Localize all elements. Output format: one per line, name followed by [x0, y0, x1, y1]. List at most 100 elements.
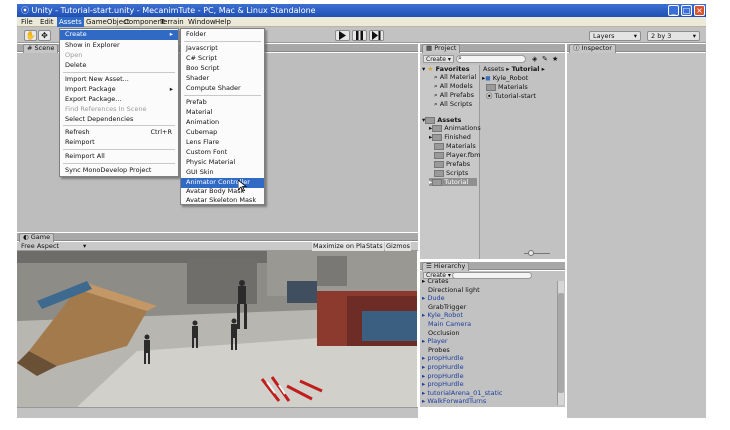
hierarchy-item[interactable]: ▸ WalkForwardTurns — [422, 397, 486, 405]
create-menu-item[interactable]: Folder — [181, 30, 264, 40]
tab-hierarchy[interactable]: ☰ Hierarchy — [422, 262, 470, 271]
assets-menu-item[interactable]: Import New Asset... — [60, 75, 178, 85]
play-button[interactable] — [335, 30, 350, 41]
search-icon: ⌕ — [434, 91, 438, 99]
hierarchy-item[interactable]: ▸ Kyle_Robot — [422, 311, 463, 319]
close-button[interactable]: × — [694, 5, 705, 16]
create-menu-item[interactable]: Custom Font — [181, 148, 264, 158]
assets-menu-item[interactable]: Create ▸ — [60, 30, 178, 40]
create-menu-item[interactable]: GUI Skin — [181, 168, 264, 178]
hierarchy-item[interactable]: ▸ Crates — [422, 277, 448, 285]
create-menu-item[interactable]: Prefab — [181, 98, 264, 108]
create-menu-item[interactable]: Boo Script — [181, 64, 264, 74]
move-tool-button[interactable]: ✥ — [38, 30, 51, 41]
assets-menu-item[interactable]: Select Dependencies — [60, 115, 178, 125]
file-item[interactable]: ⦿ Tutorial-start — [486, 92, 536, 100]
create-menu-item-label: Prefab — [186, 98, 207, 106]
hierarchy-item[interactable]: Occlusion — [428, 329, 459, 337]
favorite-item[interactable]: ⌕ All Material — [434, 73, 476, 81]
hierarchy-search-input[interactable] — [452, 272, 532, 279]
hierarchy-item[interactable]: Main Camera — [428, 320, 471, 328]
create-menu-item[interactable]: Shader — [181, 74, 264, 84]
pause-button[interactable] — [352, 30, 367, 41]
favorite-item[interactable]: ⌕ All Models — [434, 82, 473, 90]
assets-menu-item[interactable]: Reimport — [60, 138, 178, 148]
hierarchy-item[interactable]: GrabTrigger — [428, 303, 466, 311]
hierarchy-item[interactable]: Probes — [428, 346, 450, 354]
assets-header[interactable]: ▾ Assets — [422, 116, 461, 124]
menu-edit[interactable]: Edit — [38, 17, 56, 27]
create-menu-item[interactable]: Cubemap — [181, 128, 264, 138]
favorites-header[interactable]: ▾ ★ Favorites — [422, 65, 470, 73]
assets-menu-item[interactable]: Sync MonoDevelop Project — [60, 166, 178, 176]
hierarchy-item[interactable]: ▸ tutorialArena_01_static — [422, 389, 503, 397]
hierarchy-item[interactable]: Directional light — [428, 286, 480, 294]
maximize-button[interactable]: □ — [681, 5, 692, 16]
aspect-dropdown[interactable]: Free Aspect — [21, 242, 59, 251]
create-menu-item[interactable]: Material — [181, 108, 264, 118]
gizmos-dropdown[interactable]: Gizmos — [385, 242, 411, 251]
file-item[interactable]: ▸◼ Kyle_Robot — [482, 74, 528, 82]
hierarchy-item[interactable]: ▸ propHurdle — [422, 380, 464, 388]
assets-menu-item[interactable]: Show in Explorer — [60, 41, 178, 51]
star-icon[interactable]: ★ — [552, 55, 558, 63]
hierarchy-item[interactable]: ▸ propHurdle — [422, 354, 464, 362]
step-button[interactable] — [369, 30, 384, 41]
project-create-button[interactable]: Create ▾ — [423, 55, 454, 63]
layout-dropdown[interactable]: 2 by 3 ▾ — [647, 31, 700, 41]
create-menu-item[interactable]: C# Script — [181, 54, 264, 64]
assets-menu-item-label: Import New Asset... — [65, 75, 129, 83]
assets-menu-item-label: Reimport — [65, 138, 95, 146]
tab-scene[interactable]: # Scene — [23, 44, 59, 53]
asset-folder-selected[interactable]: ▸ Tutorial — [429, 178, 477, 186]
menu-assets[interactable]: Assets — [57, 17, 84, 27]
hierarchy-scrollbar[interactable] — [557, 281, 564, 405]
assets-menu-item[interactable]: Reimport All — [60, 152, 178, 162]
hierarchy-item[interactable]: ▸ propHurdle — [422, 372, 464, 380]
hierarchy-item[interactable]: ▸ Player — [422, 337, 448, 345]
asset-folder[interactable]: ▸ Animations — [429, 124, 481, 132]
breadcrumb-root[interactable]: Assets — [483, 65, 504, 73]
maximize-on-play-toggle[interactable]: Maximize on Play — [312, 242, 371, 251]
create-menu-item[interactable]: Avatar Skeleton Mask — [181, 196, 264, 206]
hand-tool-button[interactable]: ✋ — [24, 30, 37, 41]
tab-project[interactable]: ▦ Project — [422, 44, 461, 53]
stats-toggle[interactable]: Stats — [365, 242, 384, 251]
create-menu-item[interactable]: Physic Material — [181, 158, 264, 168]
tab-inspector[interactable]: ⓘ Inspector — [569, 44, 616, 53]
asset-folder[interactable]: Player.fbm — [434, 151, 480, 159]
asset-folder[interactable]: Prefabs — [434, 160, 470, 168]
breadcrumb-current[interactable]: Tutorial — [512, 65, 540, 73]
create-menu-item[interactable]: Lens Flare — [181, 138, 264, 148]
create-menu-item[interactable]: Compute Shader — [181, 84, 264, 94]
slider-handle[interactable] — [528, 250, 534, 256]
asset-folder[interactable]: Materials — [434, 142, 476, 150]
assets-menu-item[interactable]: Delete — [60, 61, 178, 71]
create-menu-item[interactable]: Javascript — [181, 44, 264, 54]
menu-help[interactable]: Help — [213, 17, 233, 27]
favorite-item[interactable]: ⌕ All Scripts — [434, 100, 472, 108]
window-title: Unity - Tutorial-start.unity - MecanimTu… — [31, 6, 316, 15]
hierarchy-item[interactable]: ▸ propHurdle — [422, 363, 464, 371]
file-item[interactable]: Materials — [486, 83, 528, 91]
favorite-item[interactable]: ⌕ All Prefabs — [434, 91, 474, 99]
tab-game[interactable]: ◐ Game — [19, 233, 55, 242]
assets-menu-item[interactable]: Export Package... — [60, 95, 178, 105]
game-viewport[interactable] — [17, 251, 417, 407]
hierarchy-item[interactable]: ▸ Dude — [422, 294, 445, 302]
label-icon[interactable]: ✎ — [542, 55, 548, 63]
menu-file[interactable]: File — [19, 17, 35, 27]
prefab-icon: ◼ — [485, 74, 491, 82]
asset-folder[interactable]: Scripts — [434, 169, 468, 177]
filter-icon[interactable]: ◈ — [532, 55, 537, 63]
create-menu-item[interactable]: Animation — [181, 118, 264, 128]
layers-dropdown[interactable]: Layers ▾ — [589, 31, 641, 41]
assets-menu-item[interactable]: Refresh Ctrl+R — [60, 128, 178, 138]
assets-menu-item[interactable]: Import Package ▸ — [60, 85, 178, 95]
minimize-button[interactable]: _ — [668, 5, 679, 16]
project-search-input[interactable] — [456, 55, 526, 63]
asset-folder[interactable]: ▸ Finished — [429, 133, 471, 141]
scrollbar-thumb[interactable] — [558, 293, 564, 393]
create-menu-item-label: Material — [186, 108, 213, 116]
menu-terrain[interactable]: Terrain — [158, 17, 186, 27]
